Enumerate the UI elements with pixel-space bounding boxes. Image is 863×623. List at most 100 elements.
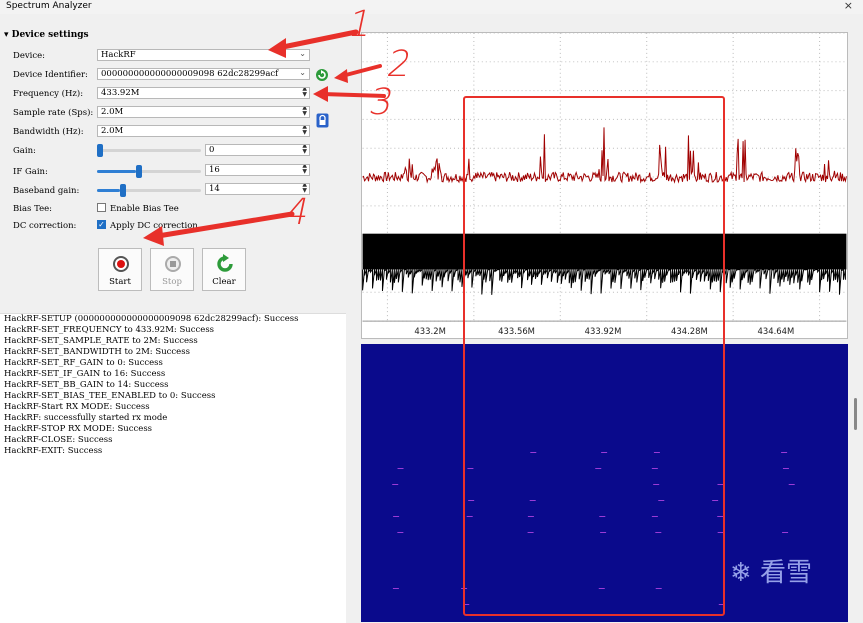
bias-tee-check-label: Enable Bias Tee [110, 204, 179, 214]
if-gain-slider-handle[interactable] [136, 165, 142, 178]
log-line: HackRF-SET_BIAS_TEE_ENABLED to 0: Succes… [4, 391, 216, 401]
x-tick-label: 434.28M [671, 326, 708, 336]
log-line: HackRF-SET_SAMPLE_RATE to 2M: Success [4, 336, 198, 346]
waterfall-signal [717, 484, 724, 485]
stop-button[interactable]: Stop [150, 248, 194, 291]
waterfall-signal [599, 516, 606, 517]
baseband-gain-slider-handle[interactable] [120, 184, 126, 197]
spectrum-trace [362, 127, 847, 184]
device-combo[interactable]: HackRF ⌄ [97, 49, 310, 61]
stop-icon [165, 256, 181, 272]
log-line: HackRF: successfully started rx mode [4, 413, 168, 423]
log-line: HackRF-SETUP (000000000000000009098 62dc… [4, 314, 299, 324]
log-line: HackRF-STOP RX MODE: Success [4, 424, 153, 434]
frequency-label: Frequency (Hz): [13, 89, 84, 99]
watermark-logo: ❄ 看雪 [730, 558, 813, 588]
frequency-value: 433.92M [101, 88, 140, 98]
log-line: HackRF-CLOSE: Success [4, 435, 113, 445]
log-line: HackRF-SET_FREQUENCY to 433.92M: Success [4, 325, 215, 335]
waterfall-signal [468, 500, 475, 501]
dc-correction-check-label: Apply DC correction [110, 221, 198, 231]
waterfall-signal [527, 516, 534, 517]
log-line: HackRF-SET_IF_GAIN to 16: Success [4, 369, 166, 379]
bandwidth-value: 2.0M [101, 126, 124, 136]
start-label: Start [109, 277, 131, 287]
refresh-icon[interactable] [315, 68, 329, 82]
waterfall-signal [717, 532, 724, 533]
spin-arrows-icon[interactable]: ▲ ▼ [302, 126, 307, 136]
gain-slider-handle[interactable] [97, 144, 103, 157]
x-tick-label: 434.64M [757, 326, 794, 336]
waterfall-signal [598, 588, 605, 589]
waterfall-signal [393, 516, 400, 517]
waterfall-signal [718, 604, 725, 605]
chevron-down-icon: ⌄ [299, 68, 306, 77]
chevron-down-icon: ⌄ [299, 49, 306, 58]
waterfall-signal [782, 532, 789, 533]
baseband-gain-value: 14 [209, 184, 220, 194]
waterfall-signal [782, 468, 789, 469]
scrollbar-thumb[interactable] [854, 398, 857, 430]
identifier-combo[interactable]: 000000000000000009098 62dc28299acf ⌄ [97, 68, 310, 80]
identifier-value: 000000000000000009098 62dc28299acf [101, 69, 279, 79]
sample-rate-label: Sample rate (Sps): [13, 108, 94, 118]
if-gain-slider-fill [97, 170, 136, 173]
waterfall-signal [600, 532, 607, 533]
stop-label: Stop [162, 277, 182, 287]
bias-tee-label: Bias Tee: [13, 204, 53, 214]
dc-correction-checkbox[interactable]: ✓ [97, 220, 106, 229]
spin-arrows-icon[interactable]: ▲ ▼ [302, 88, 307, 98]
if-gain-input[interactable]: 16 ▲ ▼ [205, 164, 310, 176]
title-bar: Spectrum Analyzer × [0, 0, 863, 14]
spin-arrows-icon[interactable]: ▲ ▼ [302, 145, 307, 155]
lock-icon[interactable] [316, 113, 329, 128]
waterfall-signal [712, 500, 719, 501]
frequency-input[interactable]: 433.92M ▲ ▼ [97, 87, 310, 99]
log-line: HackRF-SET_RF_GAIN to 0: Success [4, 358, 163, 368]
device-label: Device: [13, 51, 46, 61]
close-icon[interactable]: × [844, 0, 853, 12]
waterfall-signal [601, 452, 608, 453]
right-scrollbar[interactable] [850, 30, 863, 622]
if-gain-value: 16 [209, 165, 220, 175]
if-gain-label: IF Gain: [13, 167, 48, 177]
waterfall-signal [392, 588, 399, 589]
waterfall-signal [655, 588, 662, 589]
gain-label: Gain: [13, 146, 36, 156]
log-line: HackRF-SET_BB_GAIN to 14: Success [4, 380, 169, 390]
waterfall-signal [529, 500, 536, 501]
log-output[interactable]: HackRF-SETUP (000000000000000009098 62dc… [0, 313, 346, 623]
start-button[interactable]: Start [98, 248, 142, 291]
log-line: HackRF-EXIT: Success [4, 446, 103, 456]
sample-rate-input[interactable]: 2.0M ▲ ▼ [97, 106, 310, 118]
spin-arrows-icon[interactable]: ▲ ▼ [302, 107, 307, 117]
waterfall-signal [527, 532, 534, 533]
clear-button[interactable]: Clear [202, 248, 246, 291]
baseband-gain-label: Baseband gain: [13, 186, 80, 196]
waterfall-signal [397, 532, 404, 533]
waterfall-signal [397, 468, 404, 469]
bandwidth-input[interactable]: 2.0M ▲ ▼ [97, 125, 310, 137]
waterfall-signal [653, 452, 660, 453]
waterfall-signal [392, 484, 399, 485]
waterfall-signal [781, 452, 788, 453]
spin-arrows-icon[interactable]: ▲ ▼ [302, 165, 307, 175]
waterfall-signal [595, 468, 602, 469]
clear-label: Clear [212, 277, 236, 287]
if-gain-slider[interactable] [97, 165, 201, 178]
x-tick-label: 433.56M [498, 326, 535, 336]
waterfall-signal [463, 604, 470, 605]
window-title: Spectrum Analyzer [6, 1, 92, 11]
gain-slider[interactable] [97, 144, 201, 157]
baseband-gain-slider[interactable] [97, 184, 201, 197]
waveform-band [362, 233, 847, 270]
spectrum-plot[interactable]: 433.2M 433.56M 433.92M 434.28M 434.64M [361, 32, 848, 339]
waterfall-signal [651, 468, 658, 469]
waveform-lower [362, 267, 846, 295]
waterfall-signal [530, 452, 537, 453]
device-settings-header[interactable]: ▾ Device settings [4, 30, 89, 40]
x-tick-label: 433.2M [414, 326, 445, 336]
gain-input[interactable]: 0 ▲ ▼ [205, 144, 310, 156]
waterfall-signal [461, 588, 468, 589]
bias-tee-checkbox[interactable] [97, 203, 106, 212]
